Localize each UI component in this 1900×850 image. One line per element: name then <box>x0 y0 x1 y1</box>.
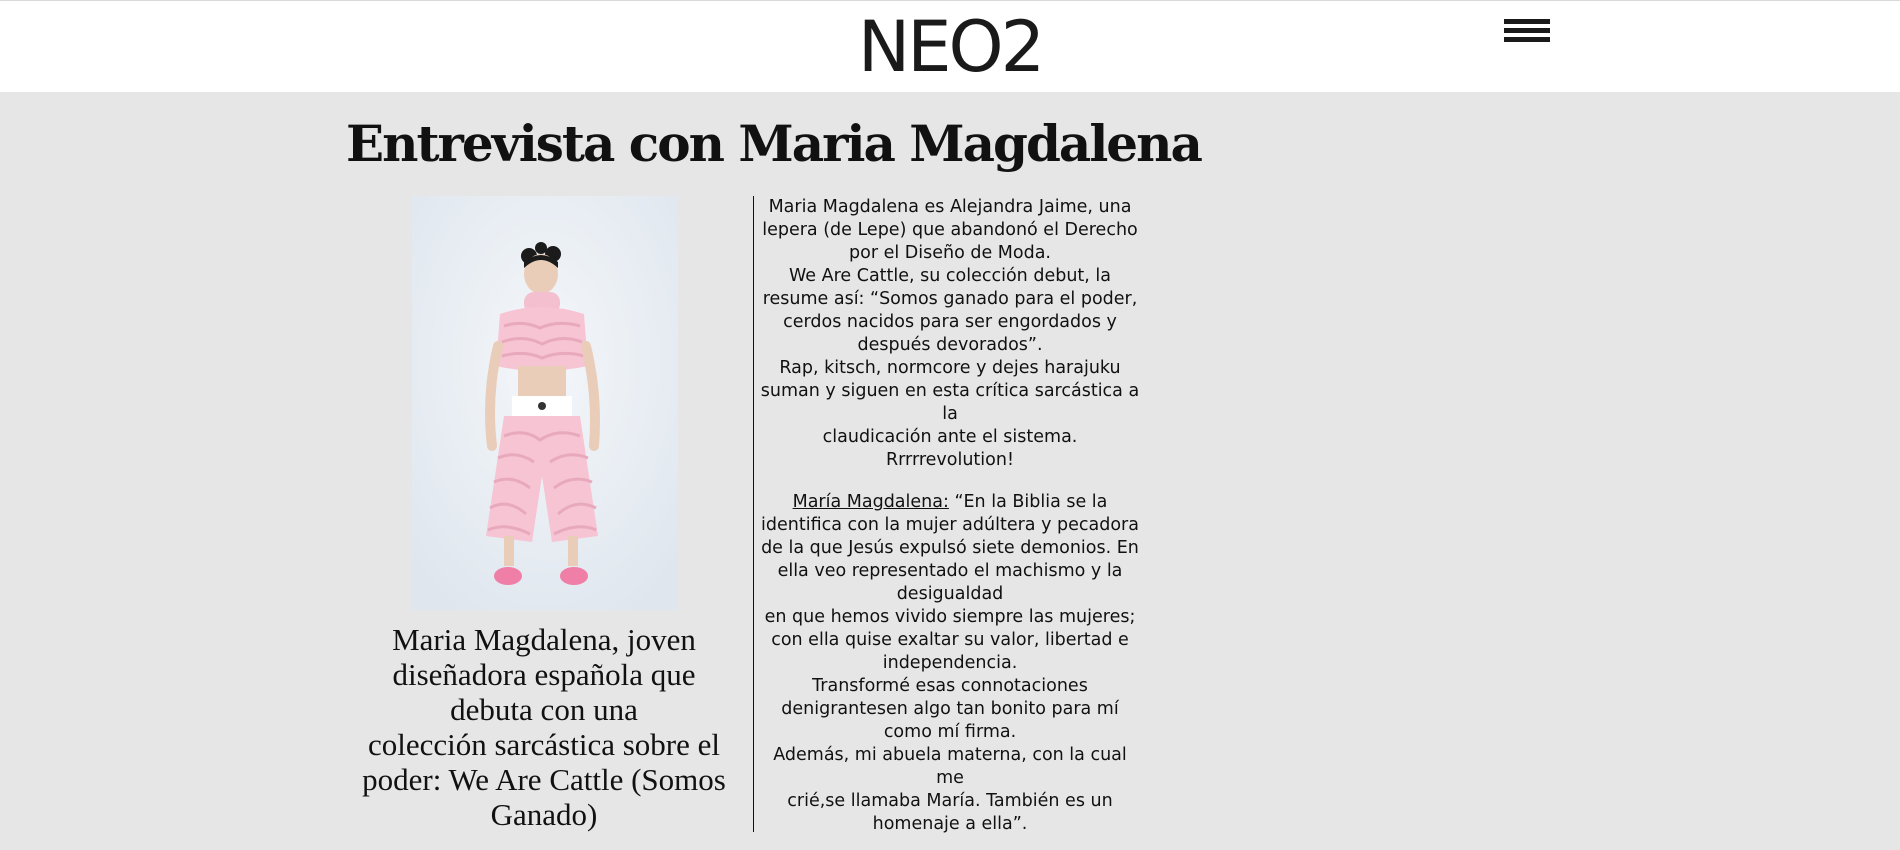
article-body: Maria Magdalena es Alejandra Jaime, una … <box>758 196 1142 836</box>
quote-line: en que hemos vivido siempre las mujeres; <box>764 607 1136 627</box>
intro-line: Maria Magdalena es Alejandra Jaime, una <box>768 197 1132 217</box>
quote-line: homenaje a ella”. <box>872 814 1028 834</box>
quote-opening: “En la Biblia se la <box>948 492 1108 512</box>
menu-bar-middle <box>1504 28 1550 33</box>
quote-line: de la que Jesús expulsó siete demonios. … <box>761 538 1139 558</box>
caption-line: debuta con una <box>450 692 638 727</box>
site-logo[interactable]: NEO2 <box>850 9 1050 85</box>
intro-line: suman y siguen en esta crítica sarcástic… <box>760 381 1140 424</box>
site-header: NEO2 <box>0 0 1900 92</box>
quote-line: denigrantesen algo tan bonito para mí <box>781 699 1119 719</box>
quote-line: identifica con la mujer adúltera y pecad… <box>761 515 1139 535</box>
quote-line: independencia. <box>882 653 1018 673</box>
intro-line: por el Diseño de Moda. <box>849 243 1051 263</box>
quote-line: crié,se llamaba María. También es un <box>787 791 1113 811</box>
intro-line: Rap, kitsch, normcore y dejes harajuku <box>779 358 1121 378</box>
quote-line: desigualdad <box>896 584 1004 604</box>
quote-line: Además, mi abuela materna, con la cual m… <box>773 745 1127 788</box>
photo-caption: Maria Magdalena, joven diseñadora españo… <box>346 622 742 832</box>
hamburger-menu-icon[interactable] <box>1504 19 1550 45</box>
intro-line: después devorados”. <box>857 335 1043 355</box>
caption-line: poder: We Are Cattle (Somos <box>362 762 726 797</box>
intro-line: cerdos nacidos para ser engordados y <box>783 312 1117 332</box>
article-title: Entrevista con Maria Magdalena <box>346 114 1203 173</box>
intro-line: claudicación ante el sistema. Rrrrrevolu… <box>822 427 1078 470</box>
intro-line: We Are Cattle, su colección debut, la <box>789 266 1111 286</box>
quote-line: Transformé esas connotaciones <box>812 676 1088 696</box>
article-photo <box>412 196 678 610</box>
quote-first-line: María Magdalena: “En la Biblia se la <box>758 491 1142 514</box>
caption-line: Maria Magdalena, joven <box>392 622 696 657</box>
speaker-link[interactable]: María Magdalena: <box>793 492 949 512</box>
intro-line: lepera (de Lepe) que abandonó el Derecho <box>762 220 1138 240</box>
quote-line: con ella quise exaltar su valor, liberta… <box>771 630 1129 650</box>
caption-line: diseñadora española que <box>392 657 696 692</box>
quote-line: ella veo representado el machismo y la <box>777 561 1123 581</box>
intro-line: resume así: “Somos ganado para el poder, <box>762 289 1138 309</box>
column-divider <box>753 196 754 832</box>
caption-line: Ganado) <box>490 797 598 832</box>
menu-bar-bottom <box>1504 37 1550 42</box>
caption-line: colección sarcástica sobre el <box>367 727 720 762</box>
quote-line: como mí firma. <box>883 722 1017 742</box>
menu-bar-top <box>1504 19 1550 24</box>
